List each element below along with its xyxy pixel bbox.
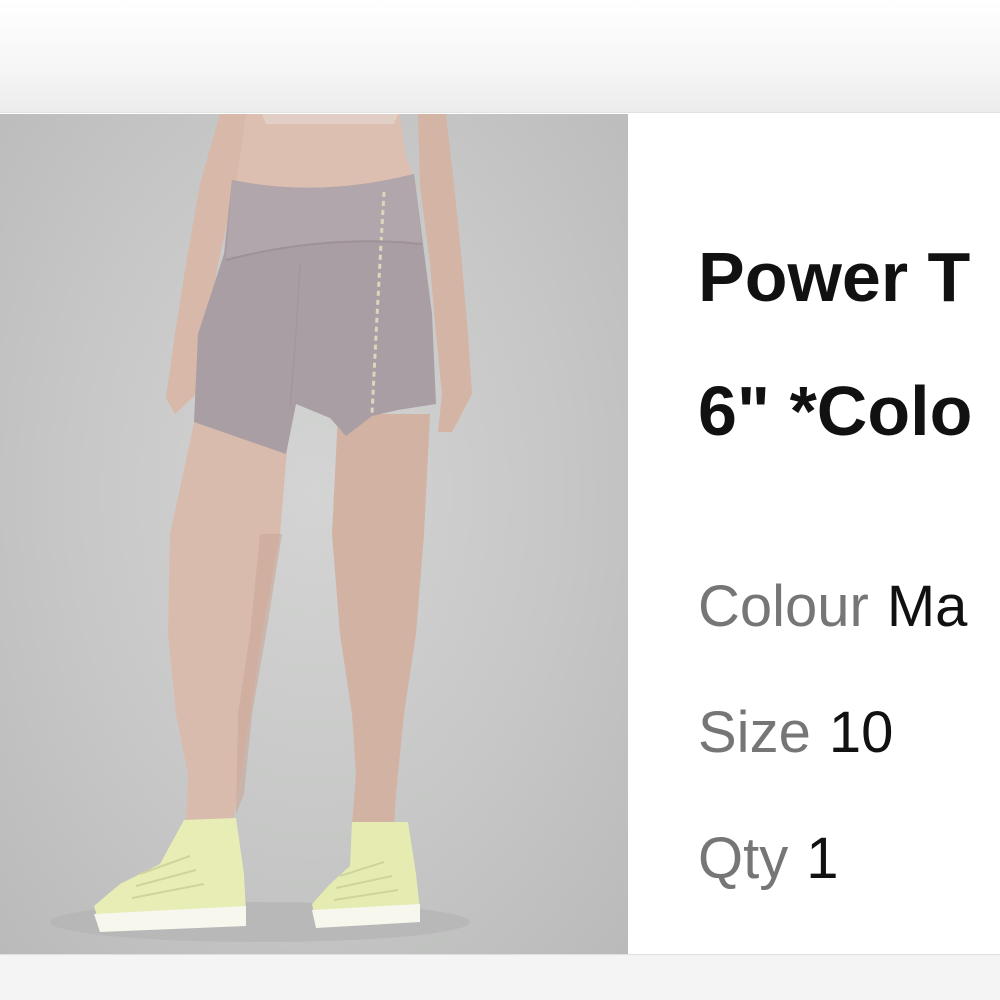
product-image[interactable] xyxy=(0,114,628,954)
colour-value: Ma xyxy=(886,574,968,639)
product-photo-illustration xyxy=(50,114,472,942)
top-bar xyxy=(0,0,1000,113)
qty-value: 1 xyxy=(806,826,839,891)
colour-label: Colour xyxy=(698,574,869,639)
colour-row: Colour Ma xyxy=(698,574,967,640)
size-label: Size xyxy=(698,700,811,765)
size-value: 10 xyxy=(828,700,894,765)
cart-item-view: Power T 6" *Colo Colour Ma Size 10 Qty 1 xyxy=(0,0,1000,1000)
product-title-line-2: 6" *Colo xyxy=(698,372,973,450)
size-row: Size 10 xyxy=(698,700,893,766)
qty-label: Qty xyxy=(698,826,789,891)
product-title-line-1: Power T xyxy=(698,238,971,316)
item-details-panel: Power T 6" *Colo Colour Ma Size 10 Qty 1 xyxy=(628,114,1000,954)
qty-row: Qty 1 xyxy=(698,826,839,892)
product-title[interactable]: Power T 6" *Colo xyxy=(698,210,972,478)
bottom-band xyxy=(0,954,1000,1000)
